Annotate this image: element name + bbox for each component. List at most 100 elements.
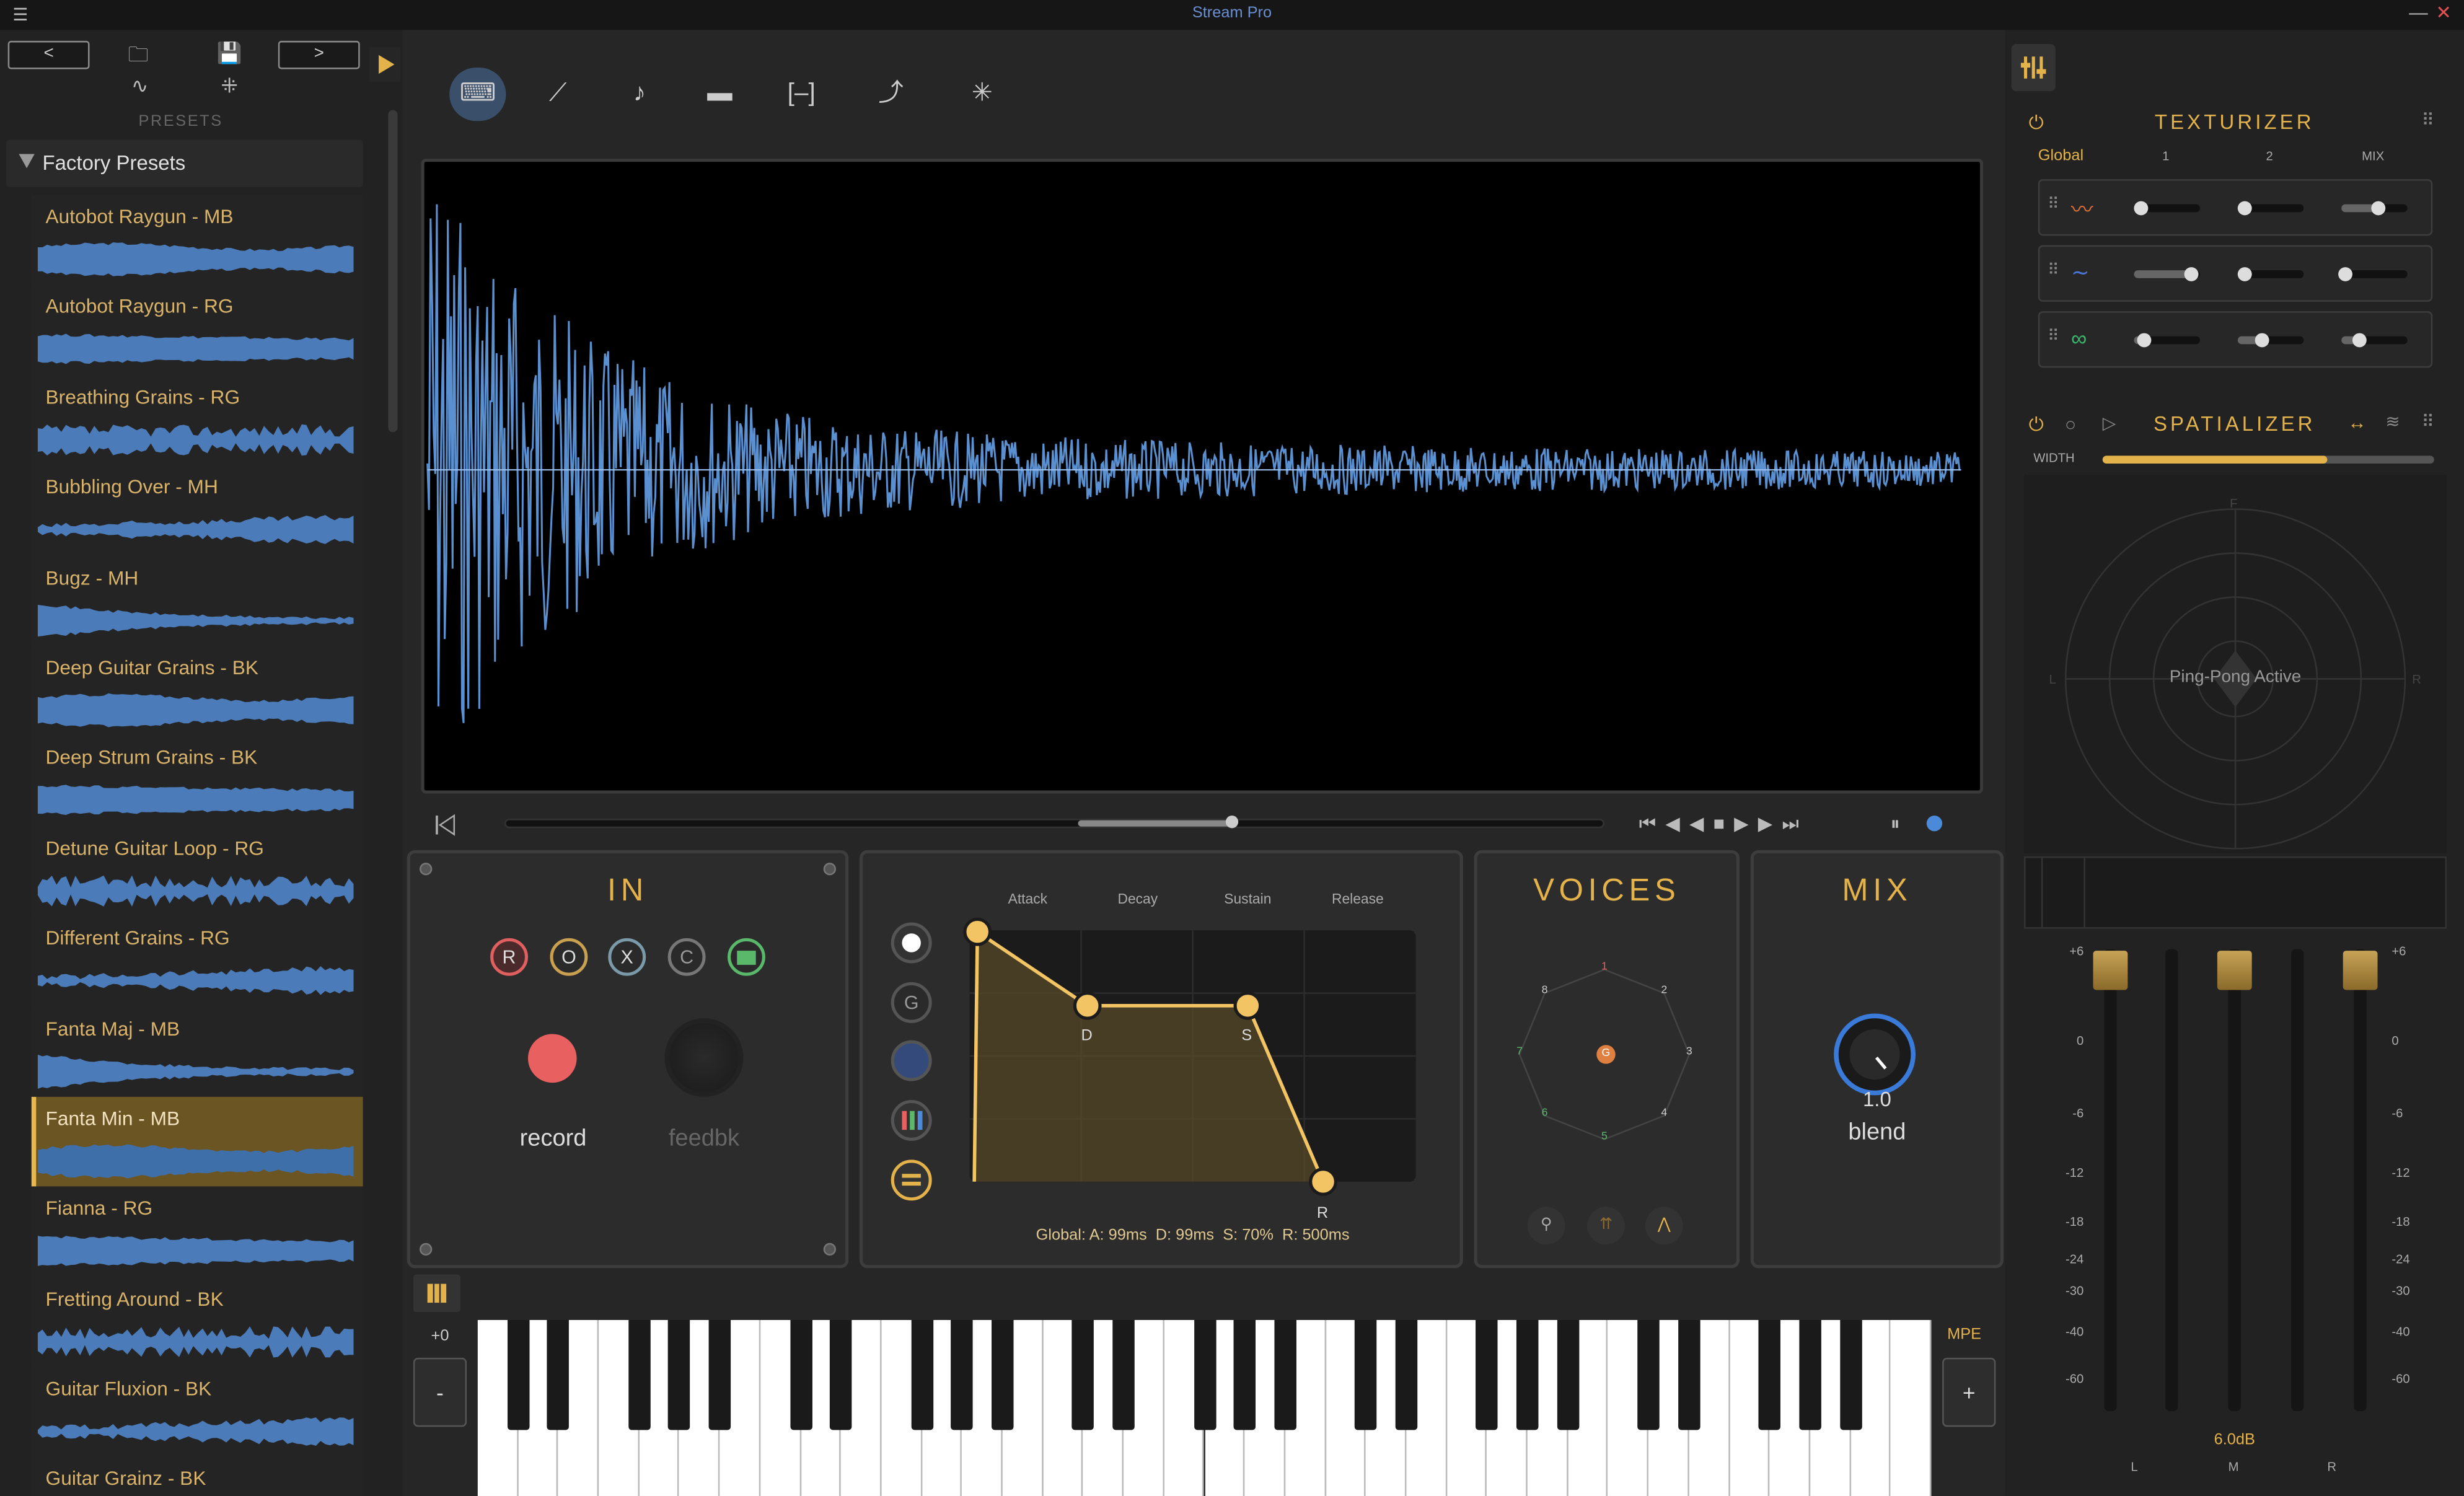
env-curve-icon[interactable] bbox=[891, 1040, 932, 1081]
preset-item[interactable]: Guitar Fluxion - BK bbox=[31, 1367, 363, 1458]
attack-handle[interactable] bbox=[963, 917, 992, 946]
next-preset-button[interactable]: > bbox=[278, 40, 360, 69]
fader-m-cap[interactable] bbox=[2217, 951, 2252, 990]
voice-4-node[interactable]: 4 bbox=[1657, 1108, 1672, 1119]
black-key[interactable] bbox=[1637, 1319, 1660, 1430]
black-key[interactable] bbox=[790, 1319, 812, 1430]
decay-handle[interactable] bbox=[1073, 992, 1102, 1020]
preset-item[interactable]: Bugz - MH bbox=[31, 555, 363, 646]
black-key[interactable] bbox=[708, 1319, 731, 1430]
black-key[interactable] bbox=[1678, 1319, 1701, 1430]
folder-icon[interactable]: 🗀 bbox=[97, 41, 179, 76]
texturizer-slider[interactable] bbox=[2341, 201, 2408, 216]
input-c-button[interactable]: C bbox=[667, 938, 706, 976]
waveform-view-icon[interactable]: ∿ bbox=[123, 74, 157, 99]
input-folder-button[interactable] bbox=[728, 938, 765, 976]
row-drag-icon[interactable]: ⠿ bbox=[2048, 328, 2059, 346]
input-r-button[interactable]: R bbox=[490, 938, 528, 976]
texturizer-power-icon[interactable]: ⏻ bbox=[2029, 112, 2044, 135]
octave-up-button[interactable]: + bbox=[1942, 1357, 1996, 1427]
black-key[interactable] bbox=[1799, 1319, 1821, 1430]
sync-indicator[interactable] bbox=[1926, 816, 1943, 832]
close-icon[interactable]: ✕ bbox=[2435, 2, 2452, 24]
keyboard-icon[interactable]: ⌨ bbox=[449, 68, 506, 121]
side-play-button[interactable] bbox=[369, 47, 401, 82]
preset-item[interactable]: Fanta Maj - MB bbox=[31, 1006, 363, 1097]
minimize-icon[interactable]: — bbox=[2409, 2, 2427, 24]
env-global-button[interactable]: G bbox=[891, 982, 932, 1023]
bracket-icon[interactable]: [–] bbox=[773, 68, 830, 121]
black-key[interactable] bbox=[1395, 1319, 1418, 1430]
black-key[interactable] bbox=[1274, 1319, 1296, 1430]
voice-pitch-icon[interactable]: ⋀ bbox=[1645, 1207, 1683, 1245]
texturizer-slider[interactable] bbox=[2237, 333, 2304, 348]
position-scrubber[interactable] bbox=[504, 816, 1604, 829]
spatializer-play-icon[interactable]: ▷ bbox=[2103, 413, 2116, 433]
voice-3-node[interactable]: 3 bbox=[1681, 1047, 1697, 1058]
keyboard-toggle-icon[interactable] bbox=[413, 1274, 460, 1313]
octave-down-button[interactable]: - bbox=[413, 1357, 467, 1427]
curve-icon[interactable]: ⤴ bbox=[863, 68, 919, 121]
black-key[interactable] bbox=[910, 1319, 933, 1430]
spatializer-drag-icon[interactable]: ⠿ bbox=[2422, 411, 2434, 432]
preset-item[interactable]: Autobot Raygun - MB bbox=[31, 195, 363, 285]
texturizer-slider[interactable] bbox=[2134, 201, 2200, 216]
blend-knob[interactable] bbox=[1834, 1013, 1916, 1096]
wave-icon[interactable]: ∼ bbox=[2071, 259, 2090, 286]
voice-stack-icon[interactable]: ⇈ bbox=[1587, 1207, 1625, 1245]
envelope-graph[interactable] bbox=[969, 928, 1416, 1182]
texturizer-slider[interactable] bbox=[2341, 333, 2408, 348]
release-handle[interactable] bbox=[1309, 1168, 1337, 1196]
scatter-view-icon[interactable]: ⁜ bbox=[212, 74, 247, 99]
black-key[interactable] bbox=[951, 1319, 974, 1430]
voice-8-node[interactable]: 8 bbox=[1537, 985, 1552, 997]
texturizer-drag-icon[interactable]: ⠿ bbox=[2422, 110, 2434, 130]
white-key[interactable] bbox=[1891, 1319, 1932, 1496]
preset-item[interactable]: Fianna - RG bbox=[31, 1187, 363, 1277]
black-key[interactable] bbox=[1355, 1319, 1377, 1430]
fader-l-track[interactable] bbox=[2104, 949, 2117, 1412]
loop-icon[interactable]: ∞ bbox=[2071, 325, 2087, 351]
scatter-icon[interactable]: ✳ bbox=[954, 68, 1010, 121]
black-key[interactable] bbox=[668, 1319, 691, 1430]
fader-l-cap[interactable] bbox=[2093, 951, 2128, 990]
waveform-display[interactable] bbox=[421, 159, 1984, 794]
preset-item[interactable]: Guitar Grainz - BK bbox=[31, 1457, 363, 1496]
pause-icon[interactable]: ⏸ bbox=[1890, 812, 1899, 836]
env-equal-icon[interactable] bbox=[891, 1159, 932, 1201]
preset-item[interactable]: Detune Guitar Loop - RG bbox=[31, 826, 363, 917]
preset-item[interactable]: Different Grains - RG bbox=[31, 916, 363, 1007]
factory-presets-folder[interactable]: Factory Presets bbox=[6, 139, 363, 187]
black-key[interactable] bbox=[1557, 1319, 1579, 1430]
transport-controls[interactable]: ⏮◀◀■▶▶⏭ bbox=[1639, 812, 1808, 836]
record-button[interactable] bbox=[527, 1034, 577, 1083]
black-key[interactable] bbox=[1072, 1319, 1094, 1430]
spatializer-timeline[interactable] bbox=[2023, 856, 2447, 929]
black-key[interactable] bbox=[1234, 1319, 1256, 1430]
black-key[interactable] bbox=[507, 1319, 529, 1430]
spatializer-mode-icon[interactable]: ≋ bbox=[2385, 411, 2400, 432]
stamp-icon[interactable]: ▬ bbox=[692, 68, 748, 121]
preset-item[interactable]: Fanta Min - MB bbox=[31, 1096, 363, 1188]
black-key[interactable] bbox=[1516, 1319, 1539, 1430]
save-icon[interactable]: 💾 bbox=[188, 41, 270, 66]
preset-item[interactable]: Deep Strum Grains - BK bbox=[31, 736, 363, 827]
texturizer-slider[interactable] bbox=[2237, 201, 2304, 216]
env-bars-icon[interactable] bbox=[891, 1099, 932, 1141]
row-drag-icon[interactable]: ⠿ bbox=[2048, 262, 2059, 279]
voice-7-node[interactable]: 7 bbox=[1511, 1047, 1527, 1058]
skip-start-icon[interactable] bbox=[432, 812, 457, 842]
fader-r-track[interactable] bbox=[2354, 949, 2367, 1412]
voice-6-node[interactable]: 6 bbox=[1537, 1108, 1552, 1119]
prev-preset-button[interactable]: < bbox=[7, 40, 90, 69]
black-key[interactable] bbox=[830, 1319, 852, 1430]
spatializer-power-icon[interactable]: ⏻ bbox=[2029, 413, 2044, 437]
voice-2-node[interactable]: 2 bbox=[1657, 985, 1672, 997]
mixer-toggle-icon[interactable] bbox=[2011, 43, 2056, 92]
mpe-toggle[interactable]: MPE bbox=[1933, 1326, 1995, 1344]
fader-r-cap[interactable] bbox=[2343, 951, 2378, 990]
black-key[interactable] bbox=[992, 1319, 1014, 1430]
pingpong-icon[interactable]: ↔ bbox=[2347, 411, 2366, 433]
steps-icon[interactable]: ⟋ bbox=[530, 68, 586, 121]
piano-keyboard[interactable] bbox=[477, 1319, 1932, 1496]
